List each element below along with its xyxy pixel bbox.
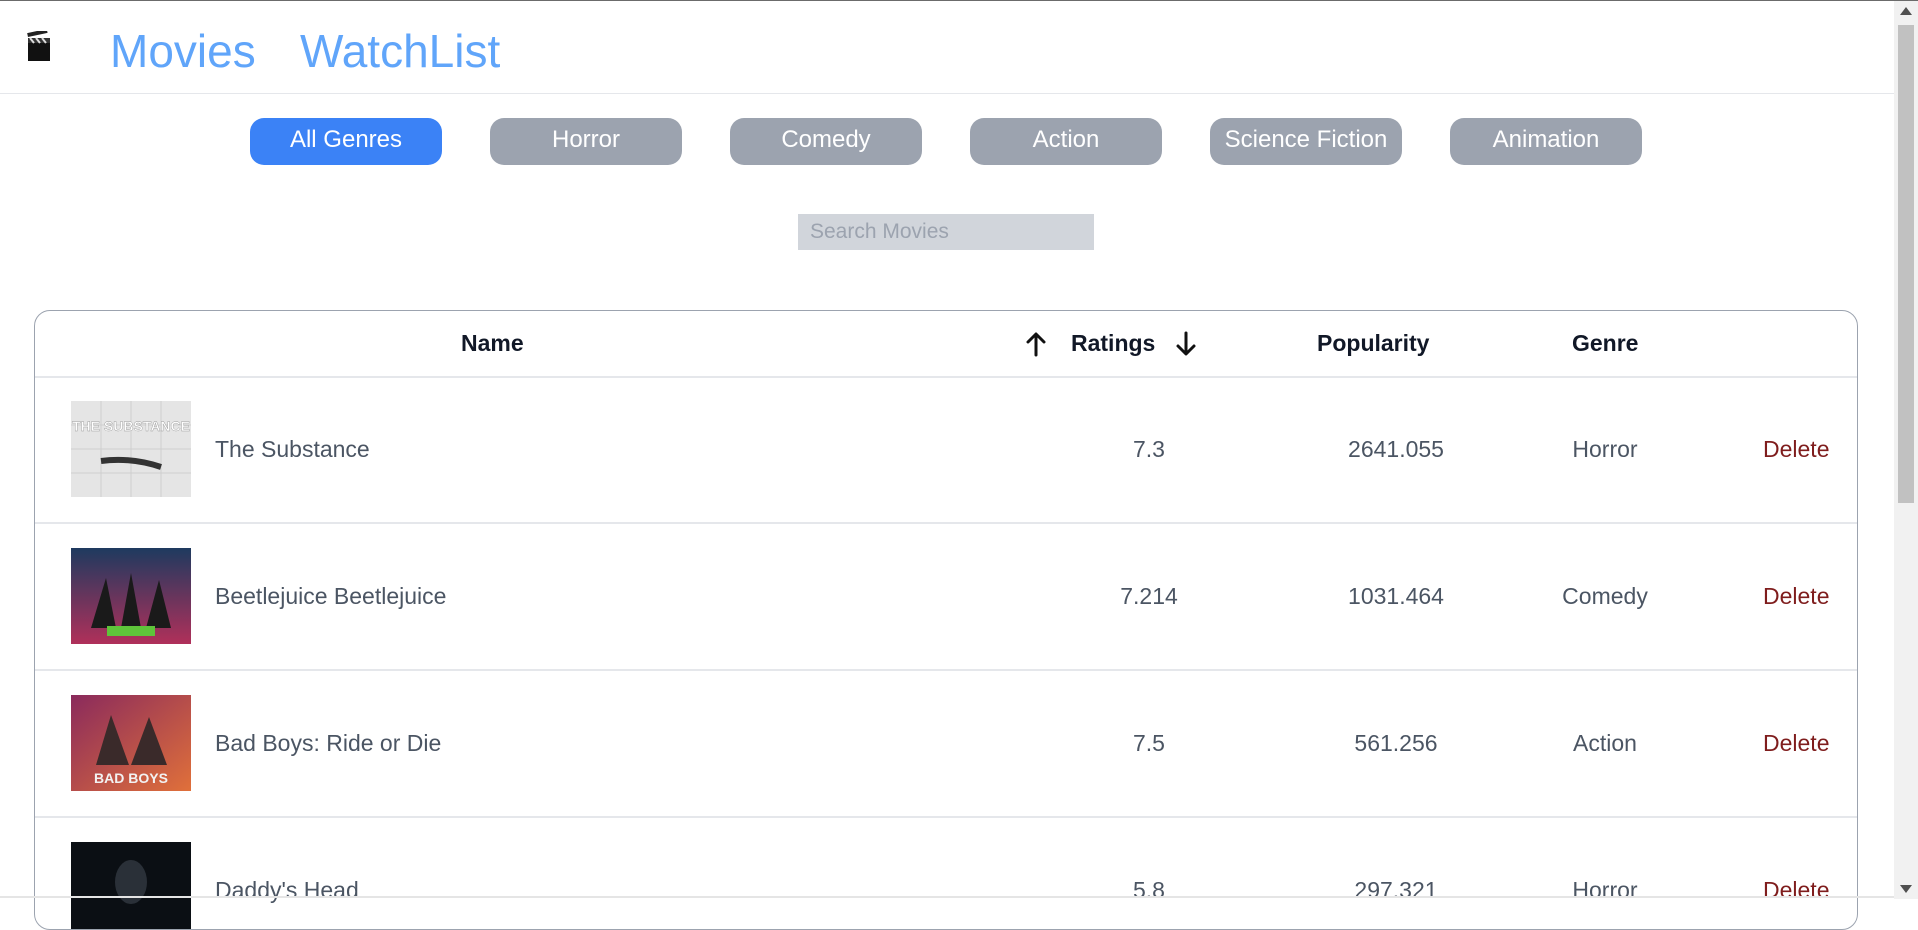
movie-poster xyxy=(71,548,191,644)
delete-button[interactable]: Delete xyxy=(1763,670,1829,816)
column-header-ratings: Ratings xyxy=(1071,330,1156,356)
column-header-popularity: Popularity xyxy=(1317,330,1430,356)
svg-text:THE SUBSTANCE: THE SUBSTANCE xyxy=(72,418,190,434)
movie-poster: THE SUBSTANCE xyxy=(71,401,191,497)
movie-rating: 7.214 xyxy=(1120,583,1178,609)
nav-movies-link[interactable]: Movies xyxy=(110,23,256,79)
movie-popularity: 561.256 xyxy=(1354,730,1438,756)
genre-pill-all[interactable]: All Genres xyxy=(250,118,442,165)
table-row: Beetlejuice Beetlejuice 7.214 1031.464 C… xyxy=(35,523,1857,671)
movie-popularity: 297.321 xyxy=(1354,877,1438,903)
delete-button[interactable]: Delete xyxy=(1763,523,1829,669)
genre-pill-horror[interactable]: Horror xyxy=(490,118,682,165)
movie-poster: BAD BOYS xyxy=(71,695,191,791)
arrow-down-icon[interactable] xyxy=(1174,331,1198,357)
delete-button[interactable]: Delete xyxy=(1763,817,1829,929)
column-header-name: Name xyxy=(461,330,524,356)
movie-name: The Substance xyxy=(215,436,370,462)
genre-pill-action[interactable]: Action xyxy=(970,118,1162,165)
movie-name: Bad Boys: Ride or Die xyxy=(215,730,442,756)
table-row: Daddy's Head 5.8 297.321 Horror Delete xyxy=(35,817,1857,929)
movie-genre: Horror xyxy=(1572,436,1638,462)
movie-name: Daddy's Head xyxy=(215,877,359,903)
movie-popularity: 2641.055 xyxy=(1348,436,1444,462)
table-header: Name Ratings Popularity Genre xyxy=(35,311,1857,378)
movie-genre: Action xyxy=(1573,730,1637,756)
table-row: THE SUBSTANCE The Substance 7.3 2641.055… xyxy=(35,376,1857,524)
movie-name: Beetlejuice Beetlejuice xyxy=(215,583,447,609)
movie-popularity: 1031.464 xyxy=(1348,583,1444,609)
delete-button[interactable]: Delete xyxy=(1763,376,1829,522)
movie-genre: Horror xyxy=(1572,877,1638,903)
nav-watchlist-link[interactable]: WatchList xyxy=(300,23,500,79)
svg-text:BAD BOYS: BAD BOYS xyxy=(94,770,168,786)
search-input[interactable] xyxy=(798,214,1094,250)
clapperboard-icon[interactable] xyxy=(26,31,52,63)
scroll-up-icon[interactable] xyxy=(1900,7,1912,15)
vertical-scrollbar[interactable] xyxy=(1894,1,1918,899)
arrow-up-icon[interactable] xyxy=(1024,331,1048,357)
movie-rating: 7.3 xyxy=(1133,436,1165,462)
movie-poster xyxy=(71,842,191,929)
column-header-genre: Genre xyxy=(1572,330,1639,356)
movie-rating: 7.5 xyxy=(1133,730,1165,756)
movie-rating: 5.8 xyxy=(1133,877,1165,903)
genre-pill-comedy[interactable]: Comedy xyxy=(730,118,922,165)
movies-table: Name Ratings Popularity Genre THE SUBSTA… xyxy=(34,310,1858,930)
scroll-down-icon[interactable] xyxy=(1900,885,1912,893)
top-navbar: Movies WatchList xyxy=(0,1,1894,94)
movie-genre: Comedy xyxy=(1562,583,1648,609)
table-row: BAD BOYS Bad Boys: Ride or Die 7.5 561.2… xyxy=(35,670,1857,818)
genre-pill-science-fiction[interactable]: Science Fiction xyxy=(1210,118,1402,165)
genre-pill-animation[interactable]: Animation xyxy=(1450,118,1642,165)
scrollbar-thumb[interactable] xyxy=(1898,25,1914,503)
